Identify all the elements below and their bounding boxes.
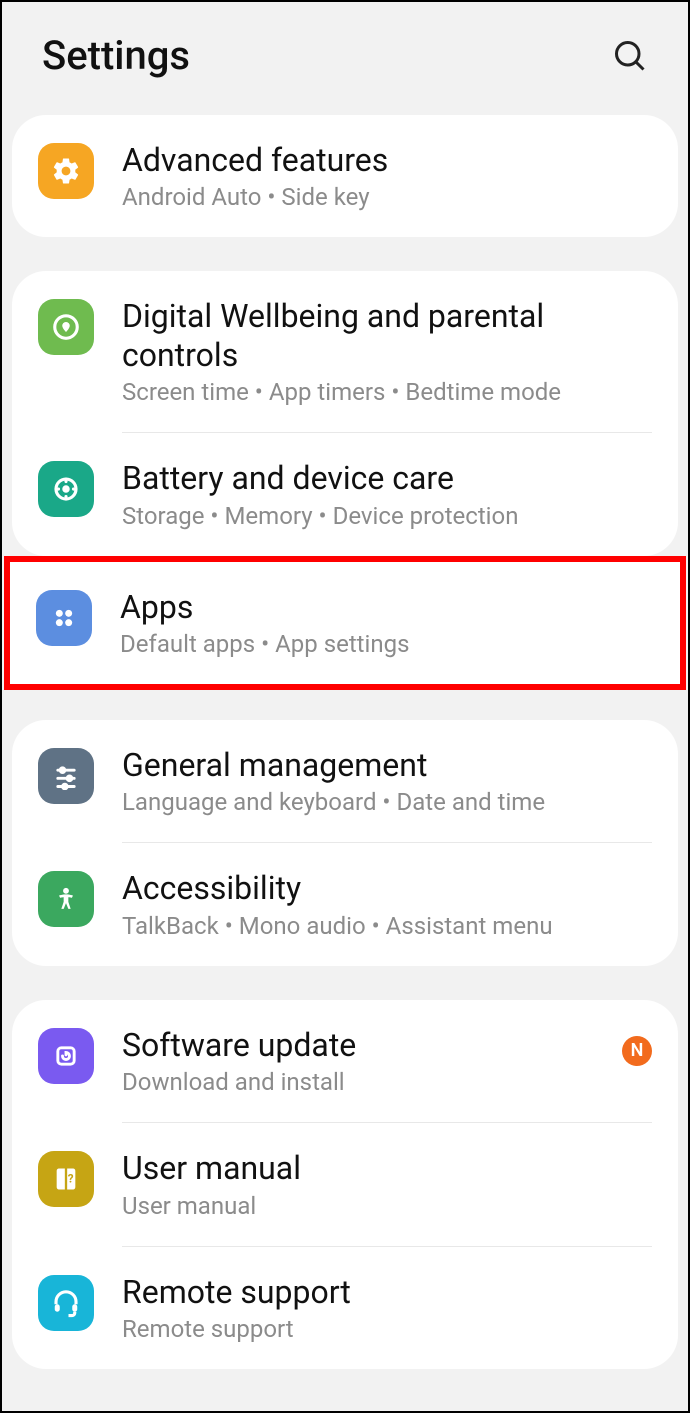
item-title: Remote support: [122, 1273, 652, 1311]
item-subtitle: Screen time • App timers • Bedtime mode: [122, 378, 652, 406]
item-title: Battery and device care: [122, 459, 652, 497]
item-title: Digital Wellbeing and parental controls: [122, 297, 652, 374]
search-button[interactable]: [608, 34, 652, 78]
settings-group: General management Language and keyboard…: [12, 720, 678, 966]
gear-plus-icon: [38, 143, 94, 199]
settings-group-highlighted: Apps Default apps • App settings: [4, 556, 686, 690]
settings-group: Advanced features Android Auto • Side ke…: [12, 115, 678, 237]
item-title: Apps: [120, 588, 654, 626]
settings-item-remote-support[interactable]: Remote support Remote support: [12, 1247, 678, 1369]
wellbeing-icon: [38, 299, 94, 355]
manual-icon: ?: [38, 1151, 94, 1207]
item-title: Accessibility: [122, 869, 652, 907]
settings-item-digital-wellbeing[interactable]: Digital Wellbeing and parental controls …: [12, 271, 678, 432]
search-icon: [612, 38, 648, 74]
item-title: User manual: [122, 1149, 652, 1187]
headset-icon: [38, 1275, 94, 1331]
page-title: Settings: [42, 32, 190, 79]
settings-item-user-manual[interactable]: ? User manual User manual: [12, 1123, 678, 1245]
settings-item-apps[interactable]: Apps Default apps • App settings: [10, 562, 680, 684]
apps-icon: [36, 590, 92, 646]
device-care-icon: [38, 461, 94, 517]
item-subtitle: User manual: [122, 1192, 652, 1220]
item-subtitle: Default apps • App settings: [120, 630, 654, 658]
item-title: Advanced features: [122, 141, 652, 179]
item-subtitle: Android Auto • Side key: [122, 183, 652, 211]
settings-item-general-management[interactable]: General management Language and keyboard…: [12, 720, 678, 842]
update-icon: [38, 1028, 94, 1084]
notification-badge: N: [622, 1036, 652, 1066]
svg-text:?: ?: [68, 1172, 74, 1186]
item-subtitle: Download and install: [122, 1068, 594, 1096]
item-title: Software update: [122, 1026, 594, 1064]
settings-header: Settings: [2, 2, 688, 115]
settings-item-accessibility[interactable]: Accessibility TalkBack • Mono audio • As…: [12, 843, 678, 965]
sliders-icon: [38, 748, 94, 804]
item-title: General management: [122, 746, 652, 784]
accessibility-icon: [38, 871, 94, 927]
settings-item-advanced-features[interactable]: Advanced features Android Auto • Side ke…: [12, 115, 678, 237]
settings-group: Digital Wellbeing and parental controls …: [12, 271, 678, 555]
item-subtitle: Language and keyboard • Date and time: [122, 788, 652, 816]
item-subtitle: TalkBack • Mono audio • Assistant menu: [122, 912, 652, 940]
item-subtitle: Remote support: [122, 1315, 652, 1343]
settings-group: Software update Download and install N ?…: [12, 1000, 678, 1369]
item-subtitle: Storage • Memory • Device protection: [122, 502, 652, 530]
settings-item-software-update[interactable]: Software update Download and install N: [12, 1000, 678, 1122]
settings-item-battery-device-care[interactable]: Battery and device care Storage • Memory…: [12, 433, 678, 555]
